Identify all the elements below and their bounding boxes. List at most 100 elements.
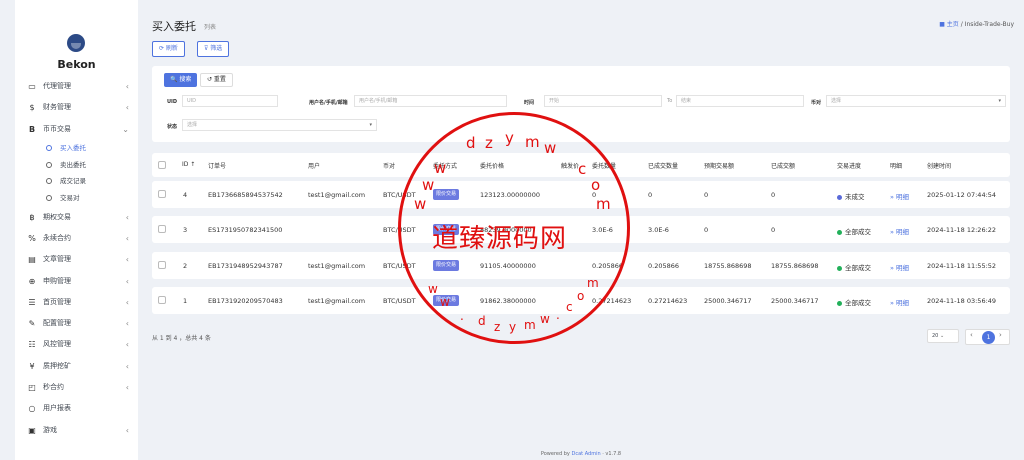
- stamp-letter: w: [414, 195, 427, 213]
- row-checkbox[interactable]: [158, 296, 166, 304]
- chevron-left-icon: ‹: [125, 233, 129, 243]
- sidebar-item-subscription[interactable]: ⊕ 申购管理 ‹: [15, 271, 138, 292]
- page-subtitle: 列表: [204, 24, 217, 31]
- stamp-letter: .: [460, 309, 464, 323]
- sidebar-item-agent[interactable]: ▭ 代理管理 ‹: [15, 76, 138, 97]
- sidebar-item-perpetual[interactable]: % 永续合约 ‹: [15, 228, 138, 249]
- cell-user: test1@gmail.com: [308, 191, 366, 199]
- cell-time: 2024-11-18 12:26:22: [927, 226, 997, 234]
- chevron-down-icon: ⌄: [122, 124, 129, 134]
- refresh-button[interactable]: ⟳ 刷新: [152, 41, 185, 57]
- stamp-letter: m: [524, 318, 536, 332]
- cell-expected: 0: [704, 191, 709, 199]
- sidebar-subitem-label: 买入委托: [60, 143, 86, 152]
- breadcrumb-home[interactable]: ■ 主页: [939, 21, 959, 28]
- caret-down-icon: ▾: [369, 122, 372, 128]
- status-badge: 全部成交: [837, 226, 871, 236]
- chevron-left-icon: ‹: [125, 361, 129, 371]
- sidebar-item-articles[interactable]: ▤ 文章管理 ‹: [15, 249, 138, 270]
- status-select[interactable]: 选择 ▾: [182, 119, 377, 131]
- sidebar-item-seconds[interactable]: ◰ 秒合约 ‹: [15, 377, 138, 398]
- cell-id: 2: [183, 262, 188, 270]
- detail-link[interactable]: » 明细: [890, 191, 909, 201]
- sidebar-subitem-sell[interactable]: 卖出委托: [15, 157, 138, 174]
- time-start-input[interactable]: 开始: [544, 95, 662, 107]
- chevron-left-icon: ‹: [125, 425, 129, 435]
- stamp-letter: y: [505, 129, 514, 147]
- detail-link[interactable]: » 明细: [890, 226, 909, 236]
- stamp-letter: w: [540, 312, 550, 326]
- cell-filled: 0.205866: [648, 262, 680, 270]
- chevron-left-icon: ‹: [125, 319, 129, 329]
- status-label: 全部成交: [845, 299, 871, 307]
- bitcoin-icon: ฿: [29, 212, 35, 222]
- cell-order: ES1731950782341500: [208, 226, 283, 234]
- col-order: 订单号: [208, 163, 227, 170]
- cell-time: 2024-11-18 03:56:49: [927, 297, 997, 305]
- sidebar-item-label: 期权交易: [43, 212, 71, 221]
- select-all-checkbox[interactable]: [158, 161, 166, 169]
- bold-b-icon: B: [28, 124, 36, 134]
- search-button[interactable]: 🔍 搜索: [164, 73, 198, 87]
- cell-expected: 18755.868698: [704, 262, 752, 270]
- user-label: 用户名/手机/邮箱: [309, 100, 348, 106]
- next-page-button[interactable]: ›: [999, 331, 1002, 339]
- sidebar-item-label: 用户报表: [43, 404, 71, 413]
- sidebar-item-spot[interactable]: B 币币交易 ⌄: [15, 119, 138, 140]
- prev-page-button[interactable]: ‹: [970, 331, 973, 339]
- sidebar-item-options[interactable]: ฿ 期权交易 ‹: [15, 207, 138, 228]
- cell-order: EB1736685894537542: [208, 191, 283, 199]
- yen-icon: ¥: [29, 361, 35, 371]
- sidebar-item-risk[interactable]: ☷ 风控管理 ‹: [15, 334, 138, 355]
- stamp-letter: c: [578, 160, 587, 178]
- powered-suffix: · v1.7.8: [600, 451, 622, 457]
- page-size-value: 20: [932, 333, 939, 339]
- cell-user: test1@gmail.com: [308, 297, 366, 305]
- row-checkbox[interactable]: [158, 225, 166, 233]
- wrench-icon: ✎: [28, 319, 36, 329]
- page-size-select[interactable]: 20 ⌄: [927, 329, 959, 343]
- filter-button[interactable]: ⊽ 筛选: [197, 41, 230, 57]
- col-id[interactable]: ID ↑: [182, 161, 195, 168]
- status-label: 全部成交: [845, 228, 871, 236]
- sidebar-menu: ▭ 代理管理 ‹ $ 财务管理 ‹ B 币币交易 ⌄ 买入委托 卖出委托 成交记录 交易对 …: [15, 76, 138, 441]
- cell-done: 25000.346717: [771, 297, 819, 305]
- sidebar-subitem-label: 卖出委托: [60, 160, 86, 169]
- status-dot-icon: [837, 194, 842, 200]
- row-checkbox[interactable]: [158, 190, 166, 198]
- detail-link[interactable]: » 明细: [890, 297, 909, 307]
- sidebar-item-game[interactable]: ▣ 游戏 ‹: [15, 420, 138, 441]
- sidebar-subitem-buy[interactable]: 买入委托: [15, 140, 138, 157]
- breadcrumb-home-label: 主页: [946, 21, 959, 28]
- page-button-current[interactable]: 1: [982, 331, 995, 344]
- sidebar-item-home[interactable]: ☰ 首页管理 ‹: [15, 292, 138, 313]
- time-to-label: To: [667, 98, 673, 104]
- stamp-letter: d: [478, 314, 486, 328]
- sidebar-item-staking[interactable]: ¥ 质押挖矿 ‹: [15, 356, 138, 377]
- time-label: 时间: [524, 100, 535, 106]
- pair-select[interactable]: 选择 ▾: [826, 95, 1006, 107]
- powered-link[interactable]: Dcat Admin: [571, 451, 600, 457]
- time-end-input[interactable]: 结束: [676, 95, 804, 107]
- sidebar-subitem-pairs[interactable]: 交易对: [15, 190, 138, 207]
- stamp-letter: w: [428, 282, 438, 296]
- sidebar-item-label: 代理管理: [43, 82, 71, 90]
- sidebar-item-finance[interactable]: $ 财务管理 ‹: [15, 97, 138, 118]
- user-input[interactable]: 用户名/手机/邮箱: [354, 95, 507, 107]
- reset-button[interactable]: ↺ 重置: [200, 73, 233, 87]
- pair-label: 币对: [811, 100, 822, 106]
- stamp-letter: w: [422, 176, 435, 194]
- stamp-letter: z: [494, 320, 501, 334]
- brand[interactable]: Bekon: [15, 0, 138, 75]
- status-label: 状态: [167, 124, 178, 130]
- sidebar-item-report[interactable]: ○ 用户报表: [15, 398, 138, 419]
- detail-link[interactable]: » 明细: [890, 262, 909, 272]
- uid-input[interactable]: UID: [182, 95, 278, 107]
- col-pair: 币对: [383, 163, 396, 170]
- sidebar-item-label: 游戏: [43, 425, 57, 434]
- stamp-letter: z: [485, 134, 493, 152]
- sidebar-subitem-label: 成交记录: [60, 177, 86, 186]
- sidebar-subitem-trades[interactable]: 成交记录: [15, 173, 138, 190]
- sidebar-item-config[interactable]: ✎ 配置管理 ‹: [15, 313, 138, 334]
- row-checkbox[interactable]: [158, 261, 166, 269]
